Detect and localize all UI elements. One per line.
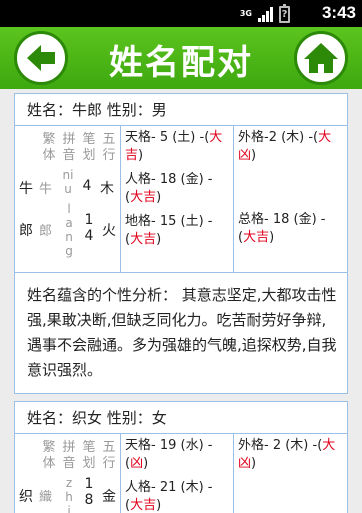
char-element: 金 xyxy=(102,489,116,505)
name-card: 姓名：牛郎 性别：男 繁体 拼音 笔划 五行 牛 牛 niu 4 木 郎 郎 l… xyxy=(14,93,348,394)
network-indicator: 3G xyxy=(240,10,252,18)
char-simplified: 郎 xyxy=(19,223,33,239)
character-table: 繁体 拼音 笔划 五行 织 織 zhi 18 金 xyxy=(15,434,121,513)
char-simplified: 牛 xyxy=(19,181,33,197)
char-row: 郎 郎 lang 14 火 xyxy=(15,202,120,258)
header-element: 五行 xyxy=(102,132,116,163)
name-grid: 繁体 拼音 笔划 五行 牛 牛 niu 4 木 郎 郎 lang 14 火 天格… xyxy=(15,126,347,273)
tian-ge: 天格- 5 (土) -(大吉) xyxy=(125,130,223,163)
header-traditional: 繁体 xyxy=(42,132,56,163)
char-traditional: 織 xyxy=(39,490,53,505)
grid-middle: 天格- 5 (土) -(大吉) 人格- 18 (金) -(大吉) 地格- 15 … xyxy=(121,126,234,272)
header-pinyin: 拼音 xyxy=(62,440,76,471)
column-headers: 繁体 拼音 笔划 五行 xyxy=(15,434,120,472)
personality-analysis: 姓名蕴含的个性分析： 其意志坚定,大都攻击性强,果敢决断,但缺乏同化力。吃苦耐劳… xyxy=(27,286,337,379)
clock: 3:43 xyxy=(321,3,356,22)
char-traditional: 牛 xyxy=(39,182,53,197)
column-headers: 繁体 拼音 笔划 五行 xyxy=(15,126,120,164)
header-strokes: 笔划 xyxy=(82,132,96,163)
zong-ge: 总格- 18 (金) -(大吉) xyxy=(238,212,326,245)
page-title: 姓名配对 xyxy=(109,43,253,83)
char-strokes: 4 xyxy=(82,178,92,194)
battery-icon: ? xyxy=(279,3,290,23)
name-grid: 繁体 拼音 笔划 五行 织 織 zhi 18 金 天格- 19 (水) -(凶)… xyxy=(15,434,347,513)
status-bar: 3G ? 3:43 xyxy=(0,0,362,27)
tian-ge: 天格- 19 (水) -(凶) xyxy=(125,438,213,471)
char-row: 牛 牛 niu 4 木 xyxy=(15,168,120,198)
grid-middle: 天格- 19 (水) -(凶) 人格- 21 (木) -(大吉) xyxy=(121,434,234,513)
home-button[interactable] xyxy=(294,31,348,85)
di-ge: 地格- 15 (土) -(大吉) xyxy=(125,214,213,247)
char-strokes: 14 xyxy=(84,212,94,244)
char-element: 木 xyxy=(100,181,114,197)
back-button[interactable] xyxy=(14,31,68,85)
title-bar: 姓名配对 xyxy=(0,27,362,89)
char-strokes: 18 xyxy=(84,476,94,508)
ren-ge: 人格- 21 (木) -(大吉) xyxy=(125,480,213,513)
char-simplified: 织 xyxy=(19,489,33,505)
arrow-left-icon xyxy=(27,45,55,71)
grid-right: 外格-2 (木) -(大凶) 总格- 18 (金) -(大吉) xyxy=(234,126,347,272)
char-pinyin: zhi xyxy=(65,476,73,513)
char-pinyin: lang xyxy=(65,202,73,258)
char-element: 火 xyxy=(102,223,116,239)
battery-glyph: ? xyxy=(281,8,288,20)
result-list: 姓名：牛郎 性别：男 繁体 拼音 笔划 五行 牛 牛 niu 4 木 郎 郎 l… xyxy=(0,89,362,513)
grid-right: 外格- 2 (木) -(大凶) xyxy=(234,434,347,513)
header-pinyin: 拼音 xyxy=(62,132,76,163)
home-icon xyxy=(304,43,338,73)
signal-icon xyxy=(258,6,273,22)
name-line: 姓名：牛郎 性别：男 xyxy=(15,94,347,126)
network-label: 3G xyxy=(239,9,252,18)
header-element: 五行 xyxy=(102,440,116,471)
character-table: 繁体 拼音 笔划 五行 牛 牛 niu 4 木 郎 郎 lang 14 火 xyxy=(15,126,121,272)
name-line: 姓名：织女 性别：女 xyxy=(15,402,347,434)
char-row: 织 織 zhi 18 金 xyxy=(15,476,120,513)
wai-ge: 外格- 2 (木) -(大凶) xyxy=(238,438,336,471)
char-traditional: 郎 xyxy=(39,224,53,239)
ren-ge: 人格- 18 (金) -(大吉) xyxy=(125,172,213,205)
name-card: 姓名：织女 性别：女 繁体 拼音 笔划 五行 织 織 zhi 18 金 天格- xyxy=(14,401,348,513)
header-traditional: 繁体 xyxy=(42,440,56,471)
header-strokes: 笔划 xyxy=(82,440,96,471)
char-pinyin: niu xyxy=(62,168,74,196)
wai-ge: 外格-2 (木) -(大凶) xyxy=(238,130,332,163)
